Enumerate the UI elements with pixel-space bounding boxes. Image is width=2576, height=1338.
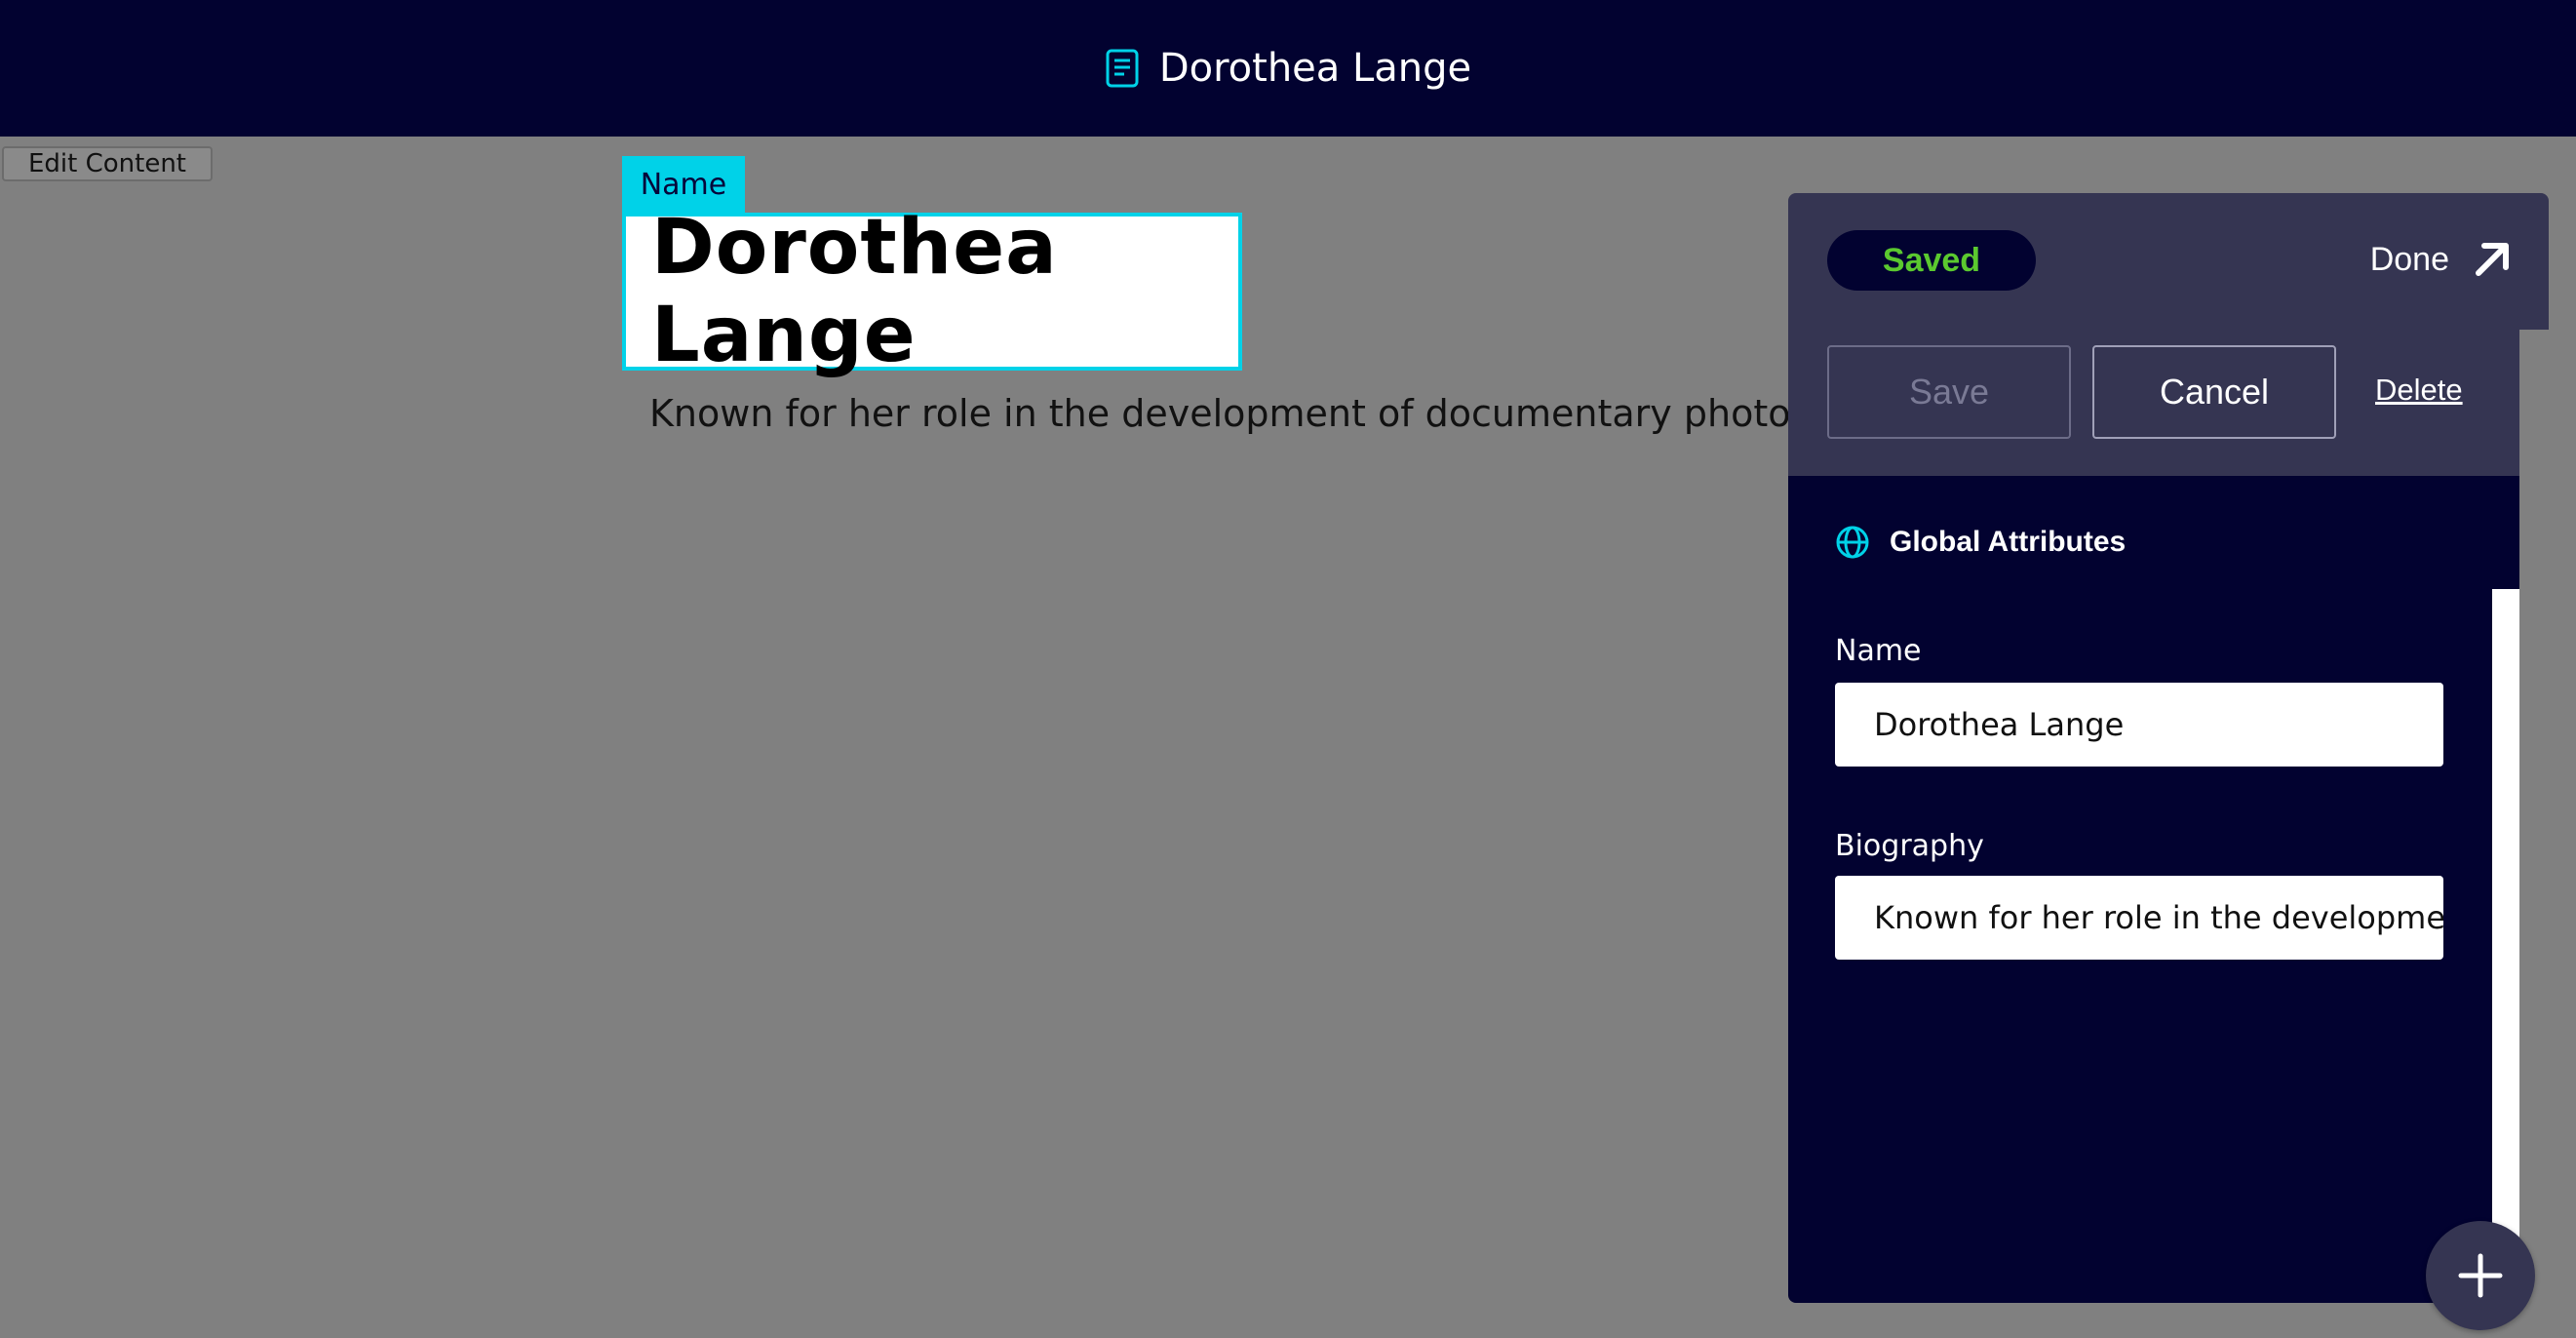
saved-status-badge: Saved xyxy=(1827,230,2036,291)
delete-link[interactable]: Delete xyxy=(2375,373,2463,408)
page-title: Dorothea Lange xyxy=(1158,46,1472,91)
name-field-highlight[interactable]: Dorothea Lange xyxy=(622,204,1242,379)
done-button[interactable]: Done xyxy=(2370,228,2514,291)
section-global-attributes: Global Attributes xyxy=(1835,525,2126,560)
biography-text[interactable]: Known for her role in the development of… xyxy=(649,392,1790,435)
arrow-up-right-icon xyxy=(2476,243,2509,276)
panel-header: Saved Done xyxy=(1788,193,2549,330)
name-input[interactable]: Dorothea Lange xyxy=(1835,683,2443,767)
edit-panel: Saved Done Save Cancel Delete Global Att… xyxy=(1788,193,2549,1303)
save-button[interactable]: Save xyxy=(1827,345,2071,439)
document-icon xyxy=(1106,49,1139,88)
add-button[interactable] xyxy=(2426,1221,2535,1330)
scrollbar[interactable] xyxy=(2492,589,2519,1303)
section-title: Global Attributes xyxy=(1890,526,2127,558)
globe-icon xyxy=(1836,526,1869,559)
panel-actions: Save Cancel Delete xyxy=(1788,330,2519,476)
done-label: Done xyxy=(2369,240,2449,278)
cancel-button[interactable]: Cancel xyxy=(2092,345,2336,439)
top-bar: Dorothea Lange xyxy=(0,0,2576,137)
plus-icon xyxy=(2458,1253,2503,1298)
edit-content-button[interactable]: Edit Content xyxy=(2,146,213,181)
biography-label: Biography xyxy=(1835,829,1984,863)
title-wrap: Dorothea Lange xyxy=(1105,46,1471,91)
name-label: Name xyxy=(1835,634,1922,668)
panel-body: Global Attributes Name Dorothea Lange Bi… xyxy=(1788,476,2519,1303)
biography-input[interactable]: Known for her role in the developme xyxy=(1835,876,2443,960)
name-heading: Dorothea Lange xyxy=(651,204,1058,379)
